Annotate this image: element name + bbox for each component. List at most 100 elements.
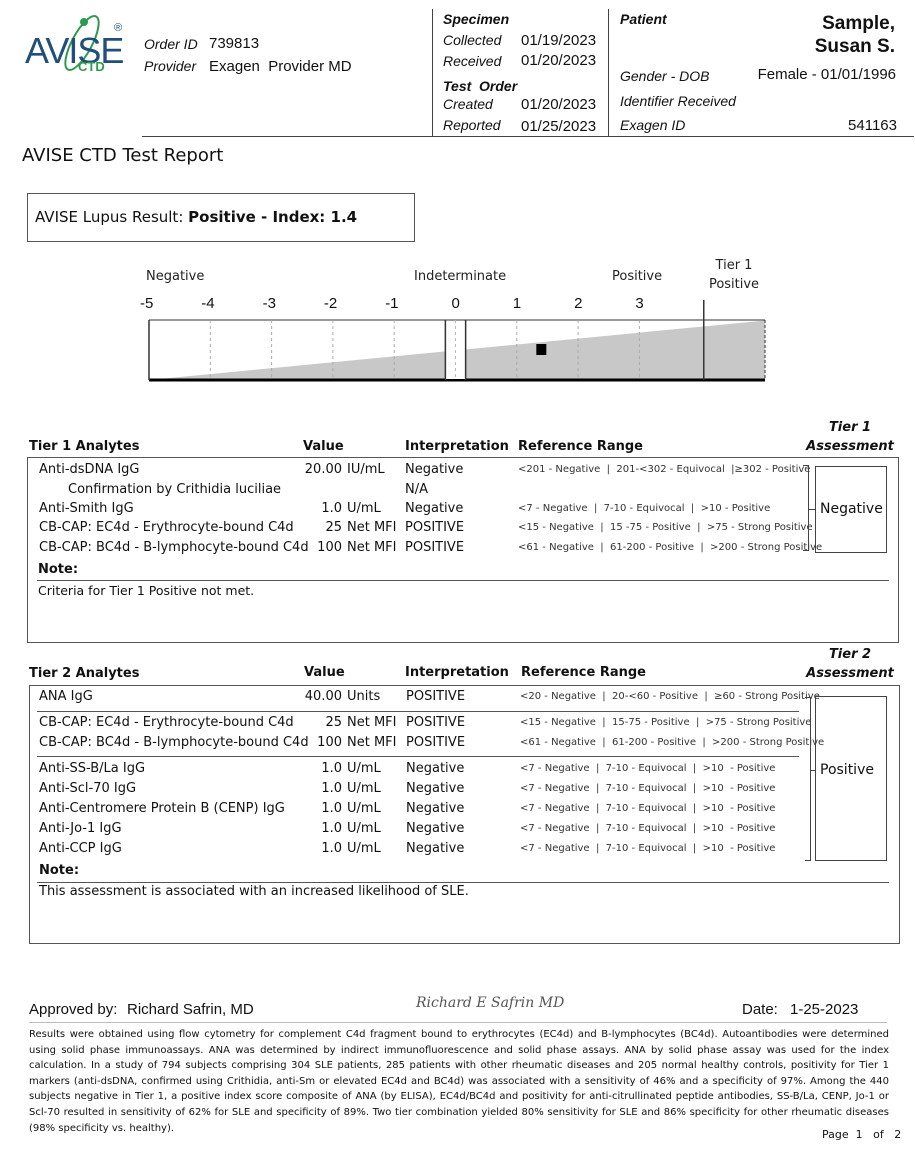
analyte-unit: U/mL — [347, 761, 381, 776]
tier2-header-reference: Reference Range — [521, 665, 646, 680]
tier1-bracket — [808, 465, 809, 550]
tier1-header-assessment-line2: Assessment — [806, 439, 894, 454]
analyte-value: 1.0 — [321, 841, 342, 856]
analyte-name: Anti-Jo-1 IgG — [39, 821, 122, 836]
identifier-received-label: Identifier Received — [620, 93, 736, 109]
patient-heading: Patient — [620, 11, 667, 27]
analyte-name: Anti-CCP IgG — [39, 841, 122, 856]
analyte-interpretation: Negative — [406, 761, 465, 776]
received-label: Received — [443, 53, 502, 69]
index-marker — [536, 344, 547, 355]
analyte-interpretation: Negative — [406, 801, 465, 816]
tier1-assessment-value: Negative — [820, 501, 883, 517]
tier1-header-reference: Reference Range — [518, 439, 643, 454]
tier2-bracket-top — [805, 697, 811, 698]
analyte-interpretation: POSITIVE — [405, 520, 465, 535]
analyte-name: Anti-Scl-70 IgG — [39, 781, 137, 796]
reference-range: <61 - Negative | 61-200 - Positive | >20… — [518, 542, 823, 553]
reference-range: <15 - Negative | 15-75 - Positive | >75 … — [520, 717, 812, 728]
footer-rule — [29, 1022, 887, 1023]
analyte-unit: U/mL — [347, 501, 381, 516]
collected-date: 01/19/2023 — [521, 32, 597, 49]
analyte-interpretation: Negative — [406, 841, 465, 856]
tier2-header-value: Value — [304, 665, 345, 680]
tier2-bracket-bottom — [805, 860, 811, 861]
patient-name-first: Susan S. — [814, 36, 895, 57]
registered-mark: ® — [114, 22, 123, 34]
analyte-unit: Net MFI — [347, 715, 397, 730]
patient-name-last: Sample, — [822, 13, 895, 34]
scale-label-tier1-line1: Tier 1 — [715, 258, 753, 273]
tier1-note-rule — [37, 580, 889, 581]
analyte-name: Anti-SS-B/La IgG — [39, 761, 146, 776]
reference-range: <7 - Negative | 7-10 - Equivocal | >10 -… — [520, 803, 776, 814]
analyte-value: 1.0 — [321, 761, 342, 776]
analyte-unit: U/mL — [347, 801, 381, 816]
exagen-id-value: 541163 — [848, 117, 897, 134]
tier2-header-assessment-line1: Tier 2 — [828, 647, 872, 662]
methodology-disclaimer: Results were obtained using flow cytomet… — [29, 1029, 889, 1134]
tier1-header-value: Value — [303, 439, 344, 454]
analyte-value: 1.0 — [321, 501, 342, 516]
lupus-result-value: Positive - Index: 1.4 — [188, 208, 358, 226]
tier1-header-assessment: Tier 1 Assessment — [805, 418, 895, 456]
analyte-name: CB-CAP: BC4d - B-lymphocyte-bound C4d — [39, 735, 309, 750]
analyte-value: 25 — [325, 715, 342, 730]
tier1-header-analytes: Tier 1 Analytes — [29, 439, 140, 454]
analyte-unit: Net MFI — [347, 735, 397, 750]
gender-dob-label: Gender - DOB — [620, 68, 710, 84]
reference-range: <7 - Negative | 7-10 - Equivocal | >10 -… — [520, 783, 776, 794]
analyte-value: 100 — [317, 540, 342, 555]
analyte-name: CB-CAP: EC4d - Erythrocyte-bound C4d — [39, 520, 294, 535]
reference-range: <7 - Negative | 7-10 - Equivocal | >10 -… — [518, 503, 771, 514]
analyte-name: ANA IgG — [39, 689, 93, 704]
analyte-interpretation: Negative — [406, 821, 465, 836]
tier2-header-interpretation: Interpretation — [405, 665, 509, 680]
logo-text: AVISE — [25, 30, 124, 71]
analyte-value: 25 — [325, 520, 342, 535]
provider-label: Provider — [144, 58, 197, 74]
collected-label: Collected — [443, 32, 502, 48]
order-id-value: 739813 — [209, 35, 260, 52]
scale-label-positive: Positive — [612, 269, 663, 284]
tier2-group-divider — [37, 711, 799, 712]
analyte-name: CB-CAP: EC4d - Erythrocyte-bound C4d — [39, 715, 294, 730]
date-label: Date: — [742, 1001, 778, 1018]
tier1-bracket-bottom — [803, 550, 809, 551]
lupus-result-box: AVISE Lupus Result: Positive - Index: 1.… — [27, 193, 415, 242]
analyte-value: 100 — [317, 735, 342, 750]
analyte-interpretation: POSITIVE — [406, 715, 466, 730]
scale-label-negative: Negative — [146, 269, 205, 284]
lupus-result-label: AVISE Lupus Result: — [35, 208, 184, 226]
analyte-value: 40.00 — [304, 689, 342, 704]
scale-label-tier1-line2: Positive — [708, 277, 760, 292]
header-divider — [432, 9, 433, 137]
header-divider — [608, 9, 609, 137]
analyte-unit: U/mL — [347, 821, 381, 836]
header-bottom-rule — [142, 136, 914, 137]
provider-value: Exagen Provider MD — [209, 58, 352, 75]
analyte-name: Anti-Centromere Protein B (CENP) IgG — [39, 801, 285, 816]
approval-date: 1-25-2023 — [790, 1001, 859, 1018]
analyte-value: 1.0 — [321, 781, 342, 796]
analyte-interpretation: Negative — [405, 501, 464, 516]
scale-label-indeterminate: Indeterminate — [414, 269, 507, 284]
avise-ctd-logo: AVISE ® CTD — [22, 10, 132, 75]
reference-range: <7 - Negative | 7-10 - Equivocal | >10 -… — [520, 843, 776, 854]
reference-range: <201 - Negative | 201-<302 - Equivocal |… — [518, 464, 811, 475]
tier2-group-divider — [37, 756, 799, 757]
tier2-note-text: This assessment is associated with an in… — [39, 884, 469, 899]
analyte-interpretation: Negative — [406, 781, 465, 796]
reference-range: <7 - Negative | 7-10 - Equivocal | >10 -… — [520, 823, 776, 834]
created-date: 01/20/2023 — [521, 96, 597, 113]
tier1-header-interpretation: Interpretation — [405, 439, 509, 454]
tier2-note-rule — [37, 882, 889, 883]
analyte-interpretation: POSITIVE — [406, 735, 466, 750]
reference-range: <7 - Negative | 7-10 - Equivocal | >10 -… — [520, 763, 776, 774]
tier1-bracket-tick — [808, 509, 815, 510]
tier2-note-label: Note: — [39, 863, 80, 878]
tier2-bracket — [810, 697, 811, 861]
specimen-heading: Specimen — [443, 11, 510, 27]
logo-subtext: CTD — [78, 59, 105, 74]
tier2-assessment-value: Positive — [820, 762, 874, 778]
